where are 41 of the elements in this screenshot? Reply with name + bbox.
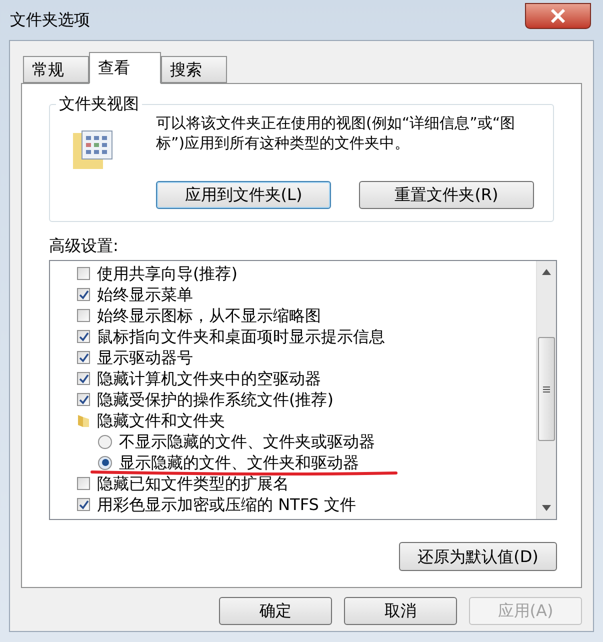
checkbox[interactable] bbox=[77, 393, 90, 406]
close-button[interactable] bbox=[525, 3, 591, 29]
setting-label: 始终显示菜单 bbox=[97, 284, 193, 304]
tab[interactable]: 搜索 bbox=[161, 56, 227, 83]
setting-label: 显示隐藏的文件、文件夹和驱动器 bbox=[119, 452, 359, 472]
folder-icon bbox=[77, 414, 90, 428]
tab[interactable]: 常规 bbox=[23, 56, 89, 83]
restore-defaults-button[interactable]: 还原为默认值(D) bbox=[399, 542, 557, 571]
checkbox[interactable] bbox=[77, 288, 90, 301]
setting-label: 用彩色显示加密或压缩的 NTFS 文件 bbox=[97, 494, 356, 514]
checkbox[interactable] bbox=[77, 267, 90, 280]
dialog-button[interactable]: 确定 bbox=[219, 597, 332, 625]
setting-label: 鼠标指向文件夹和桌面项时显示提示信息 bbox=[97, 326, 385, 346]
grip-icon bbox=[543, 386, 550, 392]
checkbox[interactable] bbox=[77, 477, 90, 490]
checkbox[interactable] bbox=[77, 330, 90, 343]
scroll-up-icon[interactable] bbox=[542, 269, 551, 275]
radio-button[interactable] bbox=[98, 456, 112, 470]
checkbox[interactable] bbox=[77, 372, 90, 385]
close-icon bbox=[550, 9, 566, 23]
action-button[interactable]: 重置文件夹(R) bbox=[359, 181, 534, 209]
setting-label: 隐藏计算机文件夹中的空驱动器 bbox=[97, 368, 321, 388]
checkbox[interactable] bbox=[77, 498, 90, 511]
checkbox[interactable] bbox=[77, 351, 90, 364]
scroll-down-icon[interactable] bbox=[542, 505, 551, 511]
radio-button[interactable] bbox=[98, 434, 112, 448]
setting-label: 隐藏文件和文件夹 bbox=[97, 410, 225, 430]
setting-label: 隐藏受保护的操作系统文件(推荐) bbox=[97, 390, 334, 410]
window-title: 文件夹选项 bbox=[10, 9, 90, 31]
setting-label: 隐藏已知文件类型的扩展名 bbox=[97, 474, 289, 494]
tab[interactable]: 查看 bbox=[89, 52, 161, 84]
checkbox[interactable] bbox=[77, 309, 90, 322]
setting-label: 显示驱动器号 bbox=[97, 348, 193, 368]
dialog-button[interactable]: 取消 bbox=[344, 597, 457, 625]
setting-label: 不显示隐藏的文件、文件夹或驱动器 bbox=[119, 432, 375, 452]
setting-label: 使用共享向导(推荐) bbox=[97, 264, 238, 284]
action-button[interactable]: 应用到文件夹(L) bbox=[156, 181, 331, 209]
setting-label: 始终显示图标，从不显示缩略图 bbox=[97, 306, 321, 326]
scrollbar[interactable] bbox=[536, 261, 556, 519]
section-label: 高级设置: bbox=[49, 236, 120, 256]
description-text: 可以将该文件夹正在使用的视图(例如“详细信息”或“图标”)应用到所有这种类型的文件夹中。 bbox=[156, 113, 516, 153]
